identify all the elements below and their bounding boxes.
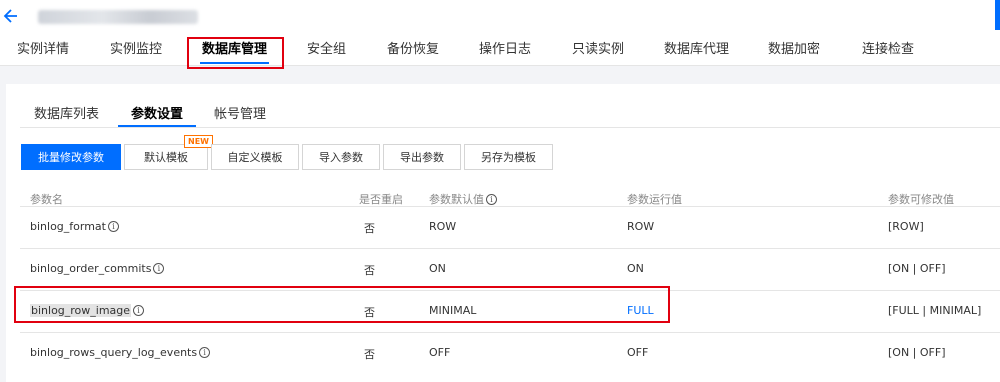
param-name: binlog_format	[30, 220, 106, 233]
param-name: binlog_row_image	[30, 304, 132, 317]
param-name-cell: binlog_row_image i	[30, 304, 145, 317]
param-name-cell: binlog_order_commits i	[30, 262, 165, 275]
instance-name-redacted	[38, 10, 198, 24]
tab-instance-monitoring[interactable]: 实例监控	[110, 38, 162, 66]
content-card: 数据库列表 参数设置 帐号管理 批量修改参数 默认模板 NEW 自定义模板 导入…	[6, 84, 1000, 382]
param-name: binlog_order_commits	[30, 262, 152, 275]
table-row: binlog_row_image i 否 MINIMAL FULL [FULL |…	[20, 290, 1000, 332]
tab-instance-details[interactable]: 实例详情	[17, 38, 69, 66]
save-as-template-button[interactable]: 另存为模板	[464, 144, 553, 170]
running-value-cell: ON	[627, 262, 644, 275]
tab-readonly-instances[interactable]: 只读实例	[572, 38, 624, 66]
info-icon[interactable]: i	[486, 193, 497, 205]
top-bar: 实例详情 实例监控 数据库管理 安全组 备份恢复 操作日志 只读实例 数据库代理…	[0, 0, 1000, 66]
import-params-button[interactable]: 导入参数	[302, 144, 380, 170]
sub-tabs: 数据库列表 参数设置 帐号管理	[20, 94, 1000, 128]
table-row: binlog_order_commits i 否 ON ON [ON | OFF]	[20, 248, 1000, 290]
header-running-value: 参数运行值	[627, 193, 682, 206]
subtab-database-list[interactable]: 数据库列表	[34, 103, 99, 122]
subtab-active-underline	[118, 125, 196, 127]
custom-template-button[interactable]: 自定义模板	[211, 144, 299, 170]
allowed-values-cell: [ON | OFF]	[888, 346, 946, 359]
subtab-parameter-settings[interactable]: 参数设置	[131, 103, 183, 122]
default-value-cell: ON	[429, 262, 446, 275]
header-param-name: 参数名	[30, 193, 63, 206]
param-name-cell: binlog_rows_query_log_events i	[30, 346, 211, 359]
default-value-cell: MINIMAL	[429, 304, 477, 317]
arrow-left-icon[interactable]	[2, 6, 20, 26]
tab-database-management[interactable]: 数据库管理	[199, 38, 270, 66]
allowed-values-cell: [ON | OFF]	[888, 262, 946, 275]
export-params-button[interactable]: 导出参数	[383, 144, 461, 170]
header-default-label: 参数默认值	[429, 193, 484, 206]
header-default-value: 参数默认值 i	[429, 191, 497, 207]
running-value-link[interactable]: FULL	[627, 304, 654, 317]
new-badge: NEW	[184, 135, 213, 148]
param-name: binlog_rows_query_log_events	[30, 346, 198, 359]
tab-security-group[interactable]: 安全组	[307, 38, 346, 66]
info-icon[interactable]: i	[107, 221, 119, 232]
right-edge-marker	[995, 0, 1000, 30]
header-restart-required: 是否重启	[359, 193, 403, 206]
default-value-cell: ROW	[429, 220, 457, 233]
header-allowed-values: 参数可修改值	[888, 193, 954, 206]
tab-backup-restore[interactable]: 备份恢复	[387, 38, 439, 66]
restart-cell: 否	[364, 264, 375, 277]
tab-data-encryption[interactable]: 数据加密	[768, 38, 820, 66]
subtab-account-management[interactable]: 帐号管理	[214, 103, 266, 122]
param-name-cell: binlog_format i	[30, 220, 119, 233]
info-icon[interactable]: i	[153, 263, 165, 274]
table-row: binlog_rows_query_log_events i 否 OFF OFF …	[20, 332, 1000, 374]
running-value-cell: OFF	[627, 346, 649, 359]
restart-cell: 否	[364, 306, 375, 319]
allowed-values-cell: [ROW]	[888, 220, 924, 233]
tab-operation-log[interactable]: 操作日志	[479, 38, 531, 66]
restart-cell: 否	[364, 222, 375, 235]
default-value-cell: OFF	[429, 346, 451, 359]
tab-connection-check[interactable]: 连接检查	[862, 38, 914, 66]
info-icon[interactable]: i	[133, 305, 145, 316]
allowed-values-cell: [FULL | MINIMAL]	[888, 304, 982, 317]
running-value-cell: ROW	[627, 220, 655, 233]
info-icon[interactable]: i	[199, 347, 211, 358]
batch-edit-button[interactable]: 批量修改参数	[21, 144, 121, 170]
restart-cell: 否	[364, 348, 375, 361]
tab-database-proxy[interactable]: 数据库代理	[664, 38, 729, 66]
table-row: binlog_format i 否 ROW ROW [ROW]	[20, 206, 1000, 248]
